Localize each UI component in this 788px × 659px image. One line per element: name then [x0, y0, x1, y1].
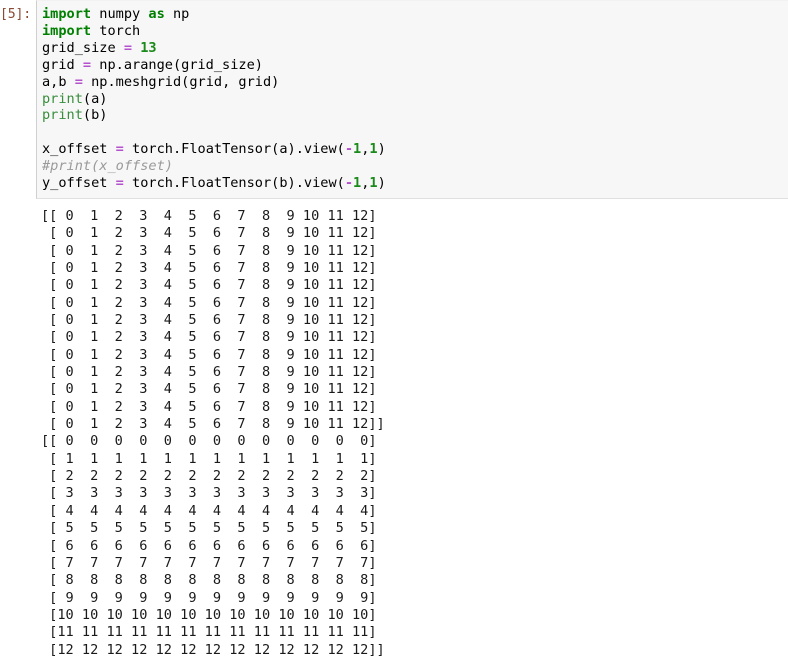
- code-cell[interactable]: [5]: import numpy as np import torch gri…: [0, 0, 788, 199]
- notebook-container: [5]: import numpy as np import torch gri…: [0, 0, 788, 659]
- code-token: np.meshgrid(grid, grid): [82, 73, 280, 90]
- code-token: np.arange(grid_size): [91, 56, 263, 73]
- code-token: as: [148, 6, 165, 22]
- code-source[interactable]: import numpy as np import torch grid_siz…: [42, 6, 788, 192]
- code-token: 1: [369, 175, 378, 192]
- code-token: numpy: [91, 6, 149, 22]
- code-token: (a): [82, 90, 108, 107]
- code-token: print: [42, 107, 83, 124]
- code-token: grid: [42, 56, 83, 73]
- code-token: ): [377, 175, 386, 192]
- code-token: torch.FloatTensor(b).view(: [123, 175, 345, 192]
- code-token: -: [344, 175, 354, 192]
- code-token: ): [377, 141, 386, 158]
- code-token: 1: [353, 141, 362, 158]
- code-token: =: [115, 141, 124, 158]
- code-token: 13: [140, 39, 157, 56]
- code-token: #print(x_offset): [42, 158, 173, 175]
- stdout-text: [[ 0 1 2 3 4 5 6 7 8 9 10 11 12] [ 0 1 2…: [41, 207, 385, 658]
- code-token: torch: [91, 22, 141, 39]
- input-prompt: [5]:: [0, 0, 36, 23]
- stdout-area: [[ 0 1 2 3 4 5 6 7 8 9 10 11 12] [ 0 1 2…: [36, 198, 788, 659]
- cell-output: [[ 0 1 2 3 4 5 6 7 8 9 10 11 12] [ 0 1 2…: [0, 198, 788, 659]
- code-token: x_offset: [42, 141, 116, 158]
- code-token: import: [42, 22, 92, 39]
- code-token: grid_size: [42, 39, 124, 56]
- code-token: =: [82, 56, 92, 73]
- code-token: =: [115, 175, 124, 192]
- code-token: 1: [353, 175, 362, 192]
- code-token: -: [344, 141, 354, 158]
- code-token: (b): [82, 107, 108, 124]
- code-token: print: [42, 90, 83, 107]
- code-token: =: [123, 39, 133, 56]
- code-token: a,b: [42, 73, 75, 90]
- code-token: import: [42, 6, 92, 22]
- code-editor[interactable]: import numpy as np import torch grid_siz…: [36, 0, 788, 199]
- code-token: =: [74, 73, 83, 90]
- code-token: y_offset: [42, 175, 116, 192]
- code-token: np: [164, 6, 190, 22]
- code-token: torch.FloatTensor(a).view(: [123, 141, 345, 158]
- code-token: 1: [369, 141, 378, 158]
